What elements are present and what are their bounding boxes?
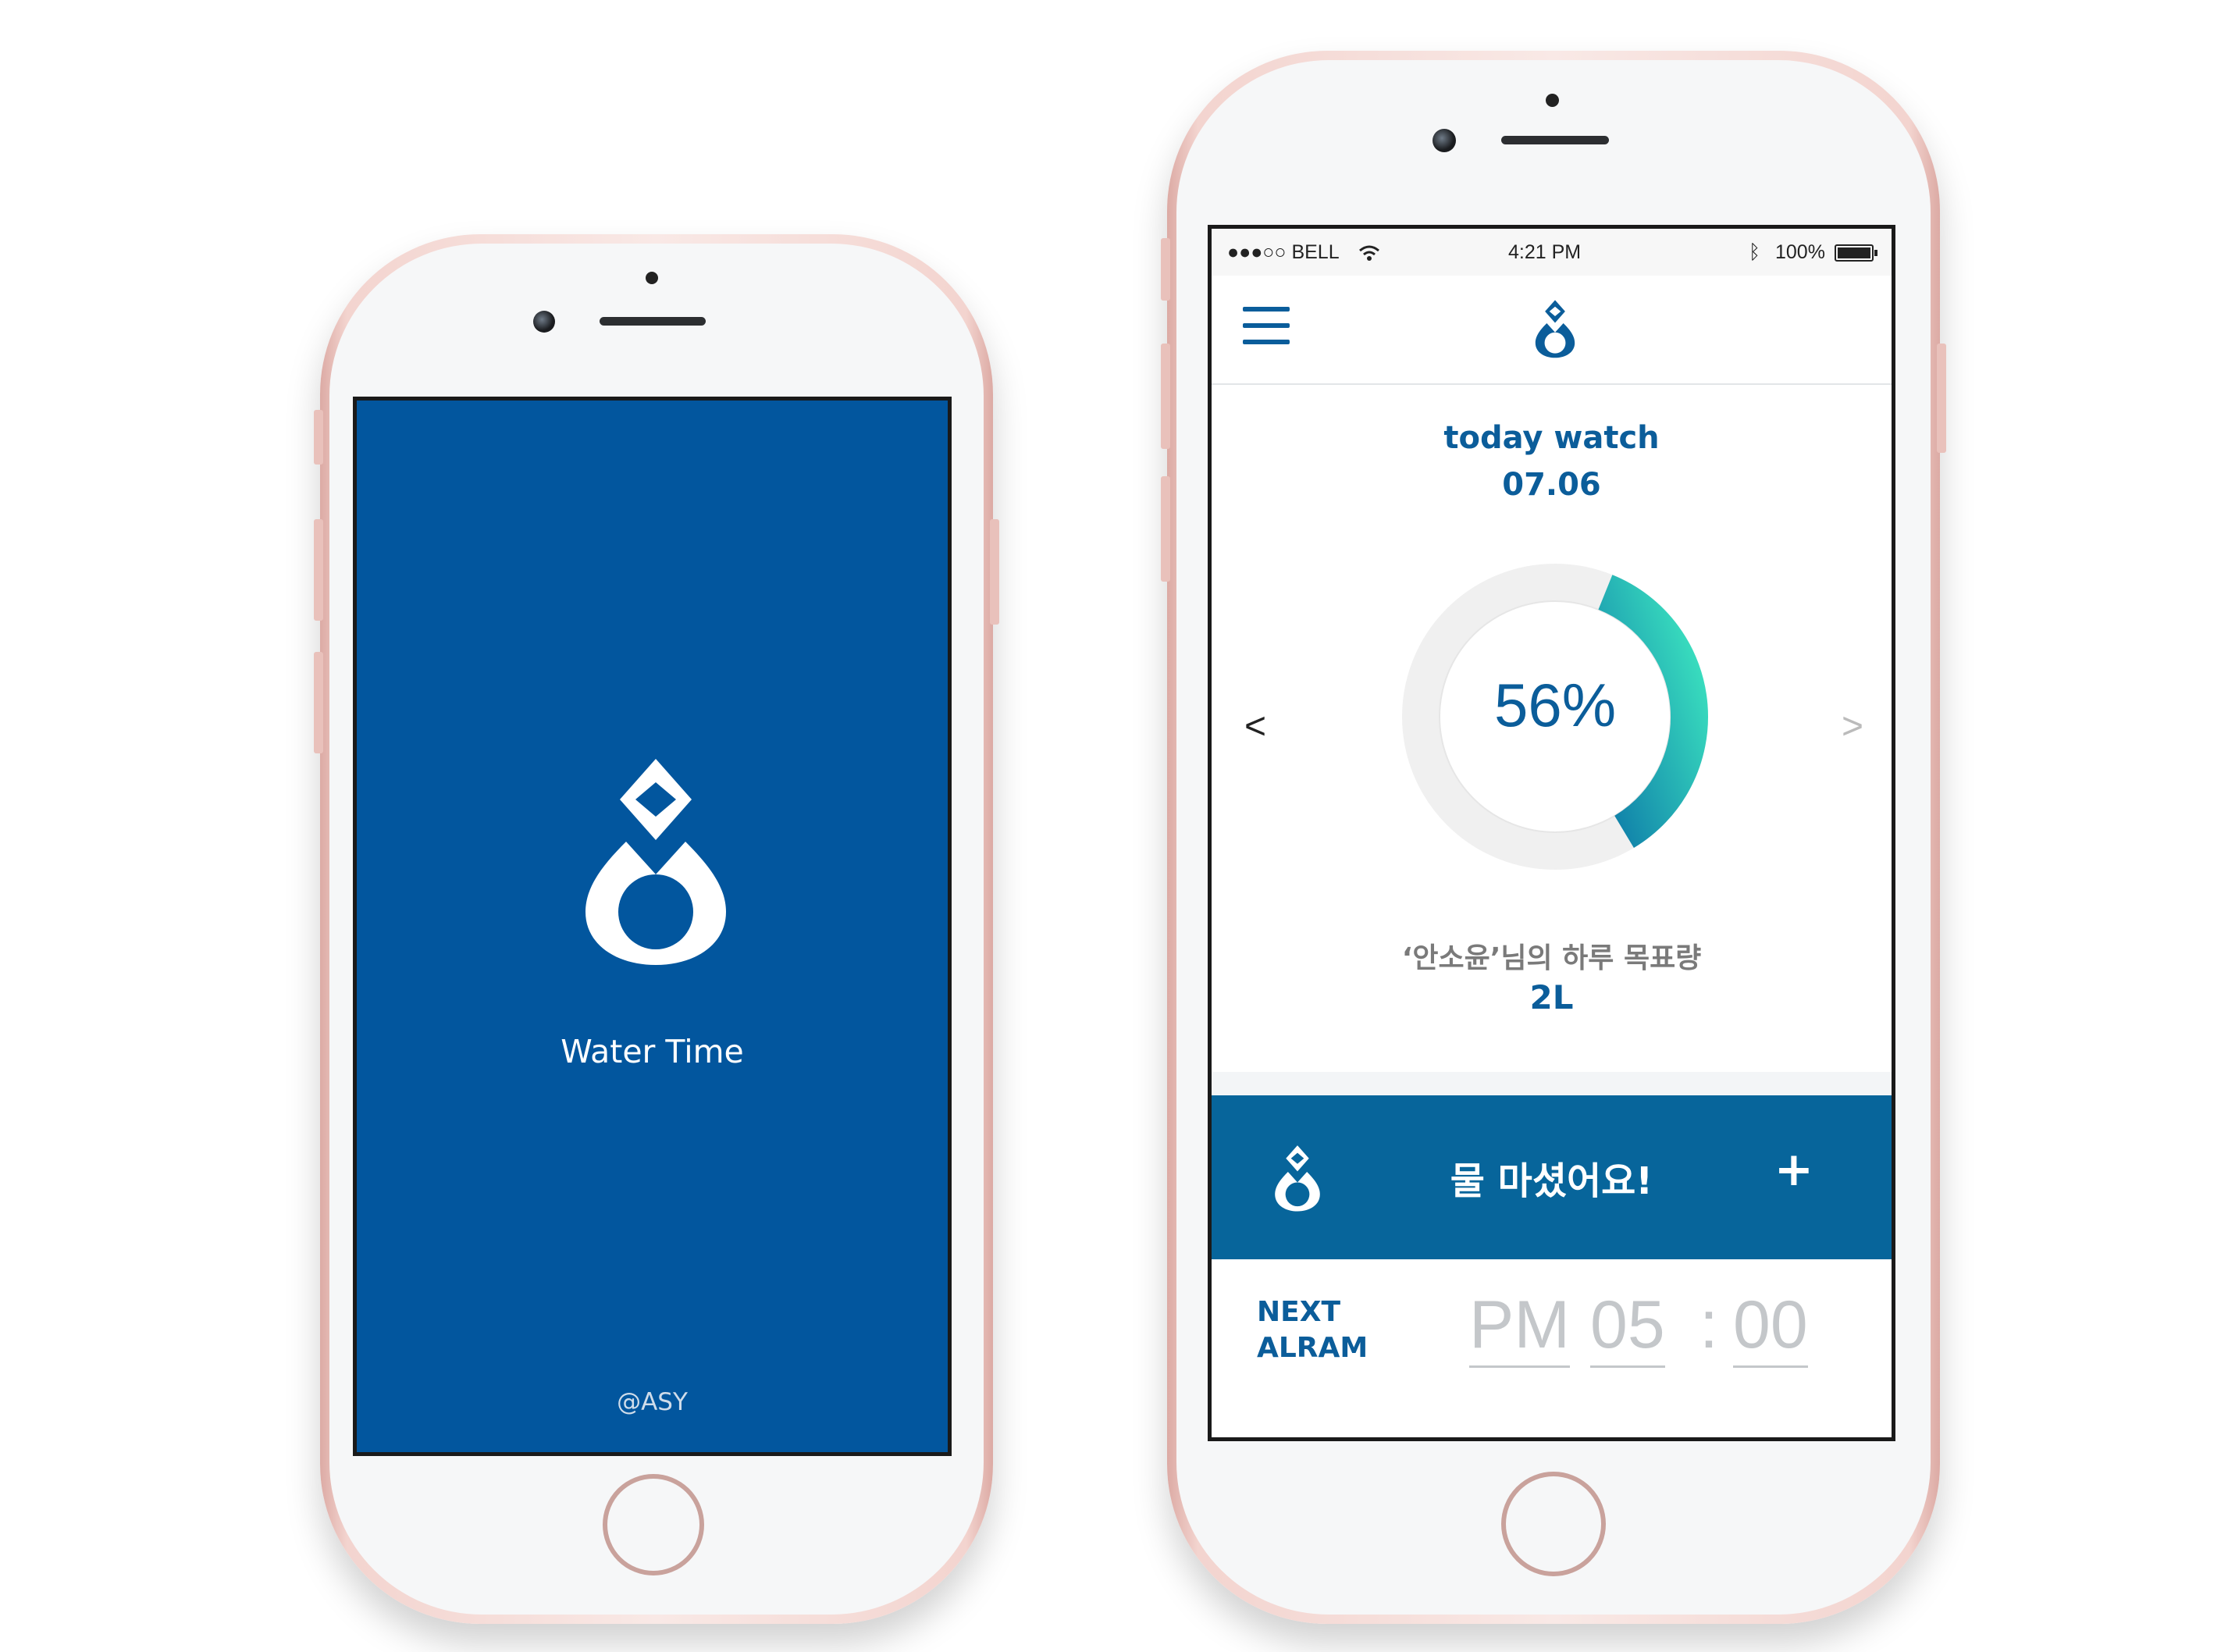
splash-water-drop-icon (585, 759, 726, 965)
splash-app-name: Water Time (561, 1033, 744, 1070)
section-divider (1212, 1072, 1892, 1095)
status-time: 4:21 PM (1508, 241, 1582, 263)
left-front-camera (533, 311, 555, 333)
progress-percent: 56% (1493, 671, 1617, 739)
alarm-meridiem[interactable]: PM (1469, 1287, 1570, 1368)
left-power-button (990, 519, 999, 625)
left-home-button[interactable] (603, 1474, 704, 1575)
alarm-hour[interactable]: 05 (1590, 1287, 1665, 1368)
hamburger-icon[interactable] (1243, 307, 1290, 344)
status-bar: ●●●○○ BELL 4:21 PM ᛒ 100% (1212, 229, 1892, 276)
plus-icon: + (1774, 1142, 1813, 1197)
left-earpiece (600, 317, 706, 326)
status-carrier: ●●●○○ BELL (1227, 241, 1340, 263)
right-home-button[interactable] (1501, 1472, 1606, 1576)
drank-water-button[interactable]: 물 마셨어요! + (1212, 1095, 1892, 1259)
bluetooth-icon: ᛒ (1749, 241, 1761, 263)
app-screen: ●●●○○ BELL 4:21 PM ᛒ 100% today watch 07… (1208, 225, 1895, 1441)
left-sensor-dot (646, 272, 658, 284)
battery-icon (1835, 244, 1874, 262)
left-volume-up (314, 519, 323, 621)
left-volume-down (314, 652, 323, 753)
right-mute-switch (1161, 238, 1170, 301)
next-alarm-line1: NEXT (1257, 1296, 1341, 1328)
left-mute-switch (314, 410, 323, 465)
header-water-drop-icon[interactable] (1533, 299, 1577, 358)
splash-credit: @ASY (617, 1388, 688, 1416)
right-earpiece (1501, 136, 1609, 144)
wifi-icon (1359, 245, 1379, 261)
today-date: 07.06 (1502, 467, 1601, 503)
daily-goal-label: ‘안소윤’님의 하루 목표량 (1401, 942, 1702, 974)
status-battery-percent: 100% (1775, 241, 1825, 263)
today-title: today watch (1443, 420, 1660, 456)
daily-goal-amount: 2L (1529, 978, 1574, 1016)
right-volume-down (1161, 476, 1170, 582)
right-volume-up (1161, 344, 1170, 449)
right-sensor-dot (1546, 94, 1559, 107)
splash-screen: Water Time @ASY (353, 397, 952, 1456)
right-front-camera (1433, 129, 1456, 152)
next-alarm-label: NEXT ALRAM (1257, 1294, 1368, 1366)
nav-bar (1212, 276, 1892, 385)
battery-cap (1874, 250, 1877, 256)
next-alarm-line2: ALRAM (1257, 1332, 1368, 1364)
alarm-minute[interactable]: 00 (1733, 1287, 1808, 1368)
right-power-button (1937, 344, 1946, 453)
alarm-separator: : (1699, 1287, 1718, 1362)
next-day-arrow[interactable]: > (1842, 705, 1863, 748)
prev-day-arrow[interactable]: < (1244, 705, 1266, 748)
